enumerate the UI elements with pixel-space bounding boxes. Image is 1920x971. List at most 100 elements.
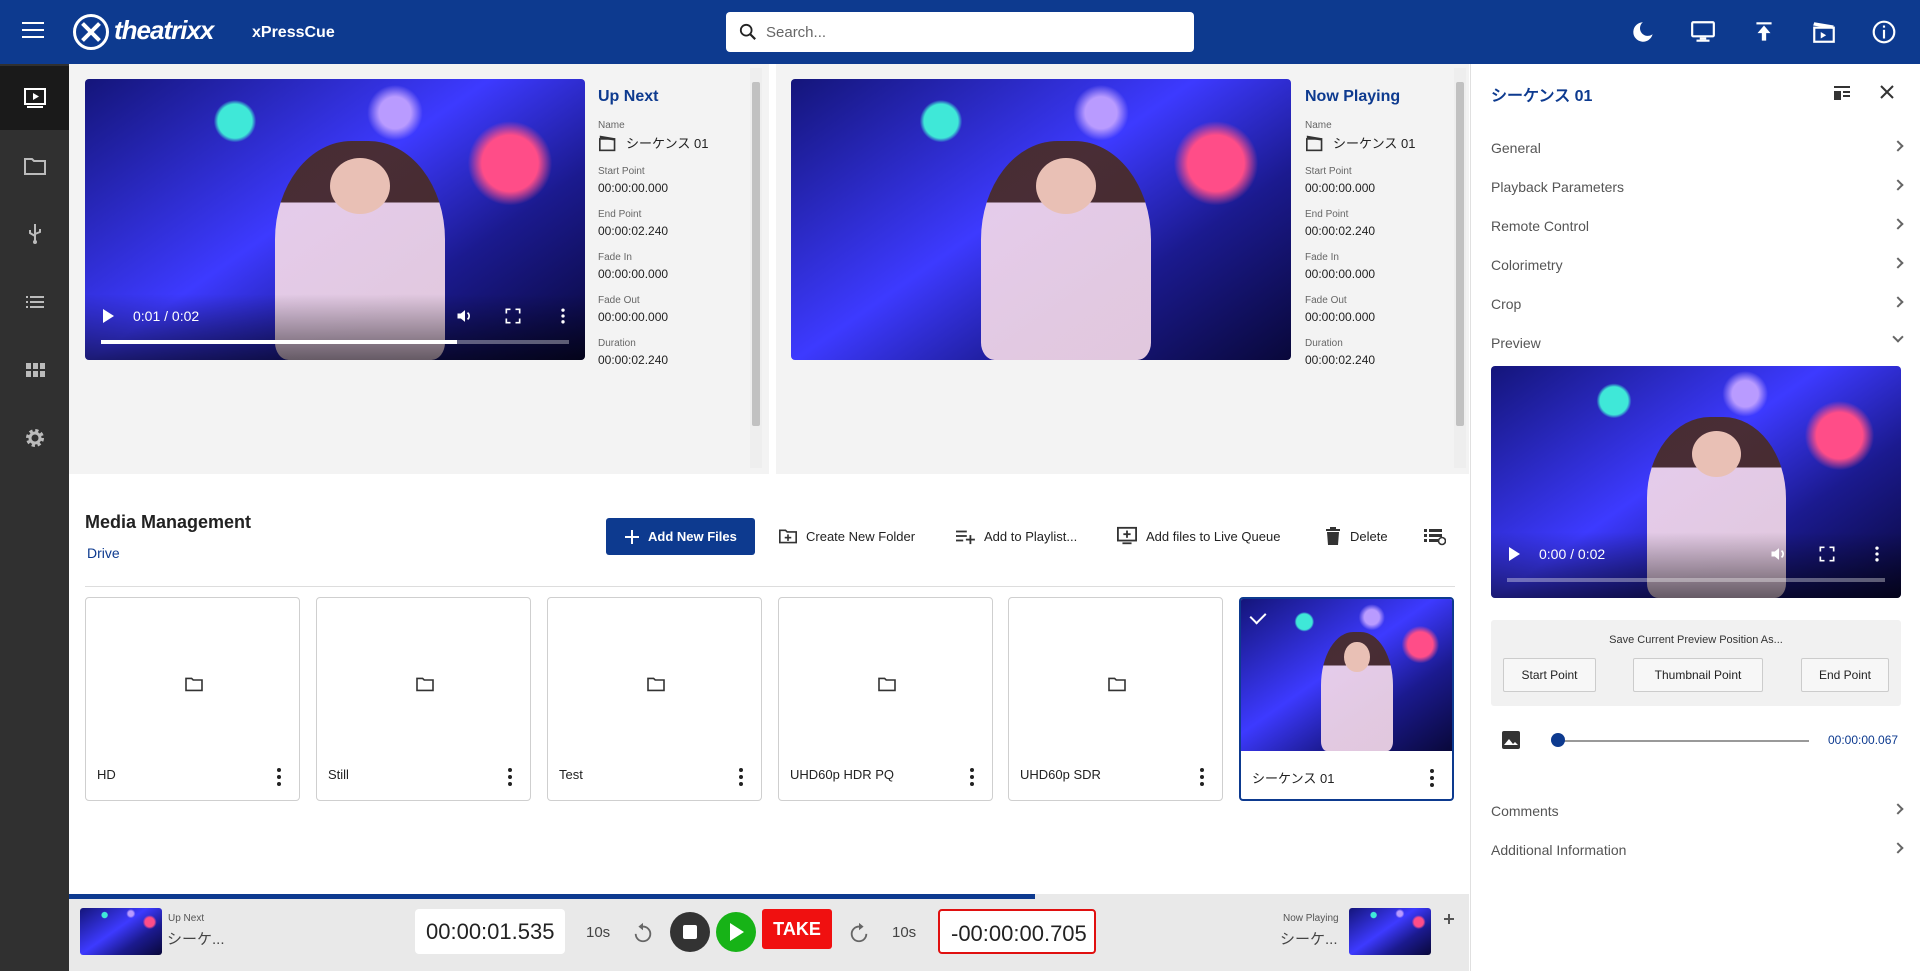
media-card[interactable]: UHD60p HDR PQ <box>778 597 993 801</box>
section-additional-information[interactable]: Additional Information <box>1491 834 1906 866</box>
close-icon[interactable] <box>1879 84 1895 100</box>
now-playing-scrollbar[interactable] <box>1454 68 1466 468</box>
scrubber-handle[interactable] <box>1551 733 1565 747</box>
search-input[interactable] <box>766 12 1186 52</box>
video-controls: 0:00 / 0:02 <box>1491 532 1901 598</box>
panel-layout-icon[interactable] <box>1833 84 1851 102</box>
more-vert-icon[interactable] <box>508 768 512 786</box>
fullscreen-icon[interactable] <box>503 306 523 326</box>
list-icon <box>26 296 44 308</box>
more-vert-icon[interactable] <box>970 768 974 786</box>
dark-mode-icon[interactable] <box>1632 19 1658 45</box>
field-label: End Point <box>598 209 642 220</box>
monitor-icon[interactable] <box>1690 19 1716 45</box>
more-vert-icon[interactable] <box>1200 768 1204 786</box>
video-seekbar[interactable] <box>1507 578 1885 582</box>
volume-icon[interactable] <box>455 306 475 326</box>
chevron-right-icon <box>1892 803 1904 815</box>
field-value: 00:00:00.000 <box>1305 181 1376 195</box>
view-options-button[interactable] <box>1416 518 1452 554</box>
plus-icon <box>625 529 639 544</box>
field-label: End Point <box>1305 209 1349 220</box>
add-to-playlist-button[interactable]: Add to Playlist... <box>948 518 1083 554</box>
now-playing-title: Now Playing <box>1305 88 1401 105</box>
breadcrumb-drive[interactable]: Drive <box>87 545 120 561</box>
app-name: xPressCue <box>252 24 335 41</box>
check-icon[interactable] <box>1249 607 1267 625</box>
forward-10-icon[interactable] <box>848 922 870 944</box>
media-card[interactable]: Test <box>547 597 762 801</box>
clip-name: シーケンス 01 <box>626 136 709 151</box>
menu-icon[interactable] <box>22 22 44 42</box>
chevron-right-icon <box>1892 179 1904 191</box>
more-vert-icon[interactable] <box>553 306 573 326</box>
section-comments[interactable]: Comments <box>1491 795 1906 827</box>
plus-icon[interactable] <box>1444 914 1454 924</box>
create-folder-button[interactable]: Create New Folder <box>772 518 921 554</box>
up-next-video[interactable]: 0:01 / 0:02 <box>85 79 585 360</box>
sidebar-item-live[interactable] <box>0 66 69 130</box>
field-label: Start Point <box>598 166 645 177</box>
sidebar-item-settings[interactable] <box>0 406 69 470</box>
section-remote-control[interactable]: Remote Control <box>1491 210 1906 242</box>
info-icon[interactable] <box>1871 19 1897 45</box>
field-label: Duration <box>1305 338 1343 349</box>
clapperboard-icon[interactable] <box>1811 19 1837 45</box>
more-vert-icon[interactable] <box>1867 544 1887 564</box>
end-point-button[interactable]: End Point <box>1801 658 1889 692</box>
take-button[interactable]: TAKE <box>762 909 832 949</box>
skip-forward-amount[interactable]: 10s <box>892 924 916 941</box>
section-playback-parameters[interactable]: Playback Parameters <box>1491 171 1906 203</box>
video-seekbar[interactable] <box>101 340 569 344</box>
thumbnail-point-button[interactable]: Thumbnail Point <box>1633 658 1763 692</box>
more-vert-icon[interactable] <box>1430 769 1434 787</box>
create-folder-label: Create New Folder <box>806 528 916 544</box>
play-icon[interactable] <box>103 309 114 323</box>
preview-video[interactable]: 0:00 / 0:02 <box>1491 366 1901 598</box>
usb-icon <box>29 224 41 244</box>
skip-back-amount[interactable]: 10s <box>586 924 610 941</box>
sidebar-item-media[interactable] <box>0 134 69 198</box>
field-label: Fade Out <box>598 295 640 306</box>
playlist-add-icon <box>956 530 975 545</box>
preview-scrubber[interactable] <box>1553 740 1809 742</box>
media-card-selected[interactable]: シーケンス 01 <box>1239 597 1454 801</box>
section-crop[interactable]: Crop <box>1491 288 1906 320</box>
more-vert-icon[interactable] <box>739 768 743 786</box>
view-list-icon <box>1424 529 1446 546</box>
more-vert-icon[interactable] <box>277 768 281 786</box>
media-card-name: Still <box>328 767 349 782</box>
replay-10-icon[interactable] <box>632 922 654 944</box>
add-live-queue-button[interactable]: Add files to Live Queue <box>1110 518 1286 554</box>
monitor-play-icon <box>24 88 46 108</box>
fullscreen-icon[interactable] <box>1817 544 1837 564</box>
section-label: Comments <box>1491 803 1559 819</box>
start-point-button[interactable]: Start Point <box>1503 658 1596 692</box>
volume-icon[interactable] <box>1769 544 1789 564</box>
image-icon[interactable] <box>1501 730 1521 750</box>
media-card[interactable]: HD <box>85 597 300 801</box>
play-button[interactable] <box>716 912 756 952</box>
section-colorimetry[interactable]: Colorimetry <box>1491 249 1906 281</box>
play-icon[interactable] <box>1509 547 1520 561</box>
media-card[interactable]: Still <box>316 597 531 801</box>
section-preview[interactable]: Preview <box>1491 327 1906 359</box>
up-next-scrollbar[interactable] <box>750 68 762 468</box>
now-playing-label: Now Playing <box>1283 913 1339 924</box>
sidebar-item-usb[interactable] <box>0 202 69 266</box>
media-card[interactable]: UHD60p SDR <box>1008 597 1223 801</box>
sidebar-item-grid[interactable] <box>0 338 69 402</box>
section-general[interactable]: General <box>1491 132 1906 164</box>
add-new-files-label: Add New Files <box>648 529 737 544</box>
delete-button[interactable]: Delete <box>1318 518 1394 554</box>
now-playing-info: Now Playing Name シーケンス 01 Start Point 00:… <box>1305 88 1455 367</box>
add-new-files-button[interactable]: Add New Files <box>606 518 755 555</box>
media-card-name: HD <box>97 767 116 782</box>
sidebar-item-playlist[interactable] <box>0 270 69 334</box>
upload-icon[interactable] <box>1751 19 1777 45</box>
up-next-label: Up Next <box>168 913 205 924</box>
up-next-title: Up Next <box>598 88 659 105</box>
playback-progress <box>69 894 1035 899</box>
stop-button[interactable] <box>670 912 710 952</box>
folder-icon <box>878 677 896 692</box>
